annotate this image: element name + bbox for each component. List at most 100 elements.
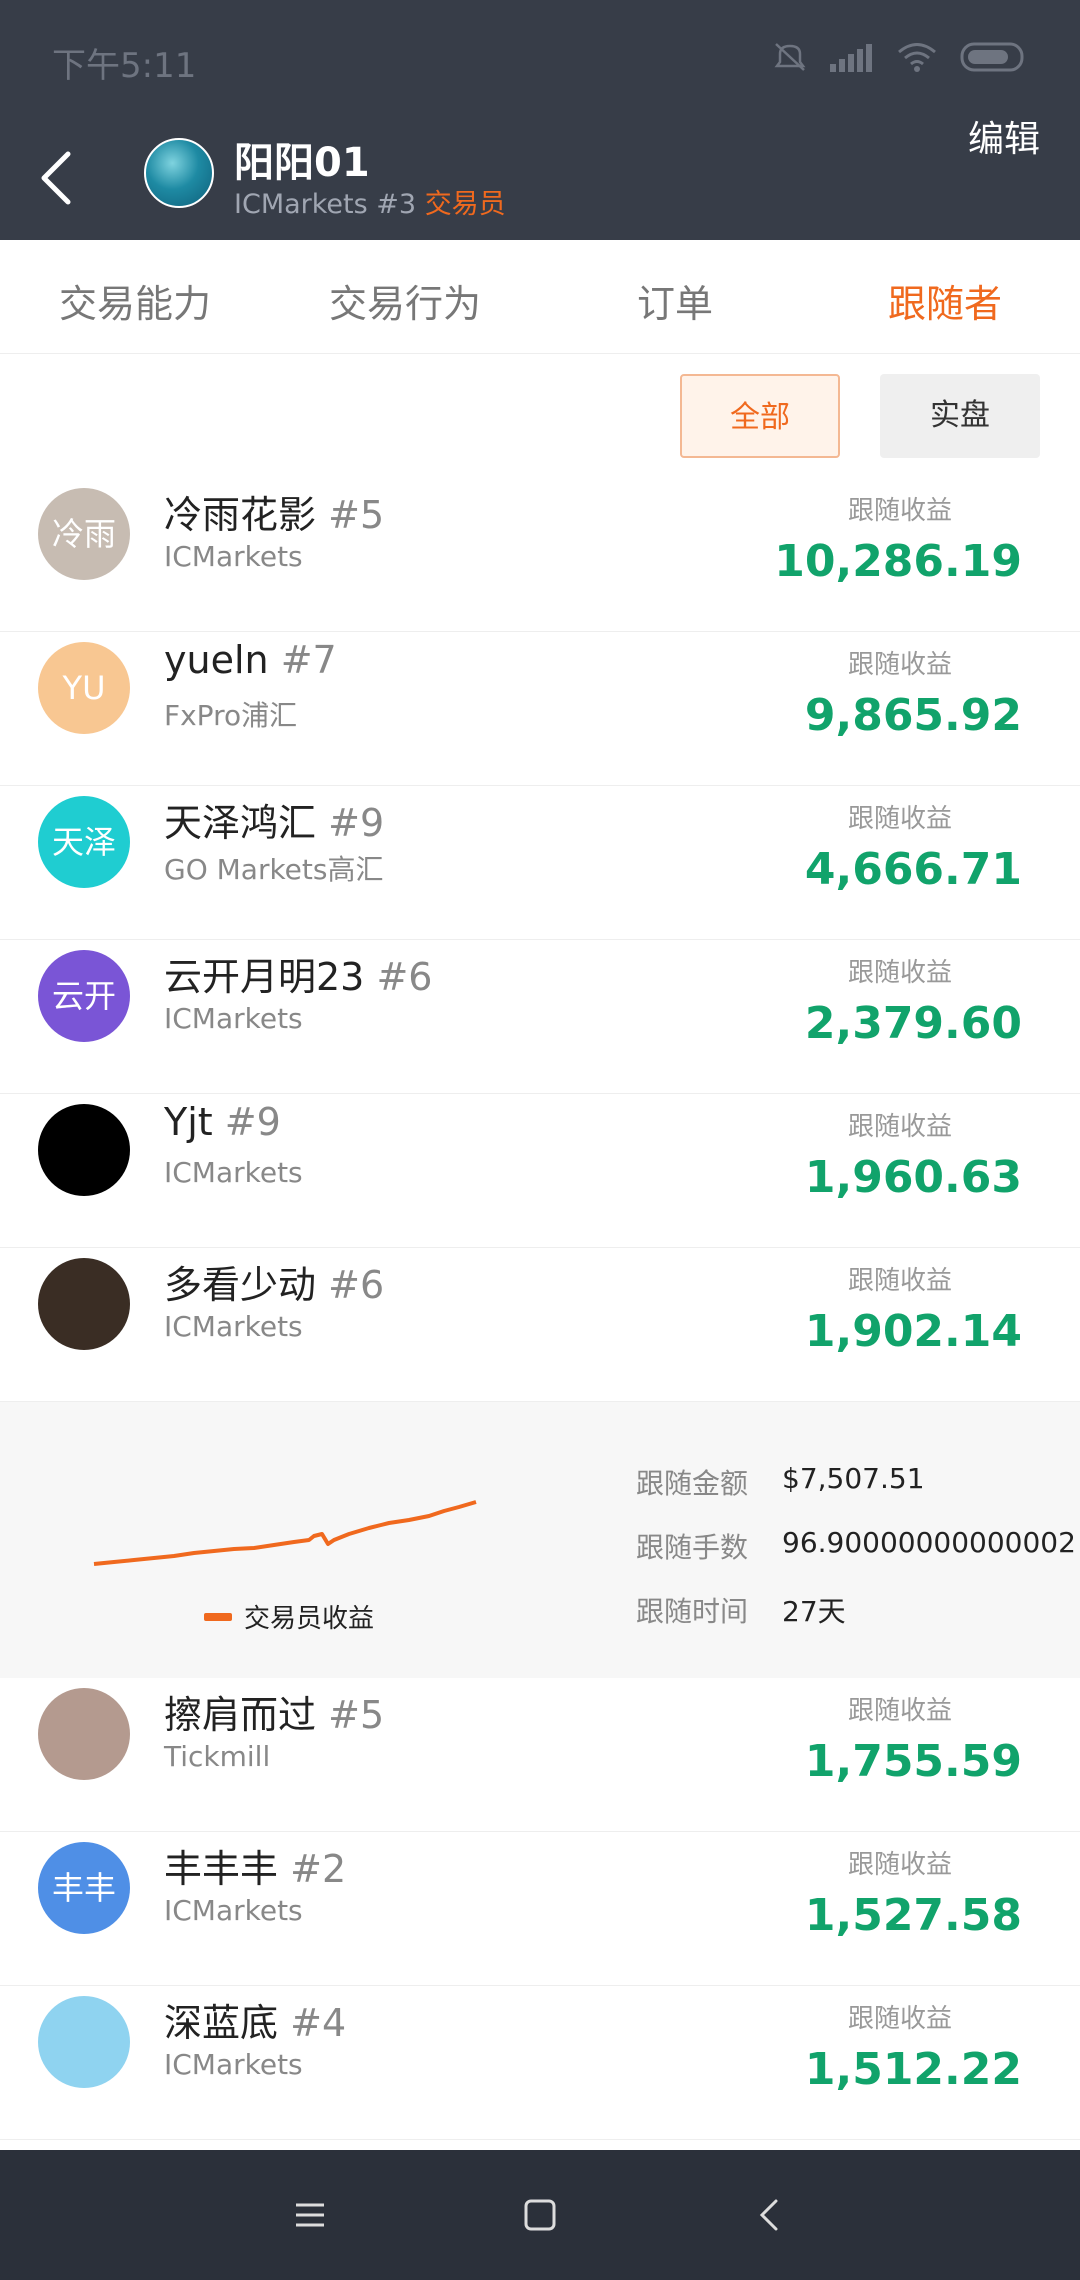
tab-followers[interactable]: 跟随者 <box>810 254 1080 353</box>
earnings-label: 跟随收益 <box>847 1850 952 1880</box>
follower-name: 云开月明23 <box>164 955 365 999</box>
follower-name: 丰丰丰 <box>164 1847 279 1891</box>
filter-group: 全部 实盘 <box>680 374 1040 458</box>
follower-rank: #2 <box>290 1847 347 1891</box>
trader-subtitle: ICMarkets #3 交易员 <box>234 182 506 221</box>
trader-name: 阳阳01 <box>234 140 370 186</box>
follower-broker: FxPro浦汇 <box>164 699 298 732</box>
follower-broker: GO Markets高汇 <box>164 853 384 886</box>
follower-row[interactable]: 冷雨 冷雨花影 #5 ICMarkets 跟随收益 10,286.19 <box>0 478 1080 632</box>
follower-avatar[interactable] <box>38 1688 130 1780</box>
follower-avatar[interactable] <box>38 1996 130 2088</box>
stat-duration: 跟随时间 27天 <box>636 1590 1076 1630</box>
follower-name-line: 擦肩而过 #5 <box>164 1684 384 1739</box>
status-icons <box>772 40 1030 74</box>
follower-name-line: 丰丰丰 #2 <box>164 1838 346 1893</box>
earnings-label: 跟随收益 <box>847 1696 952 1726</box>
follower-avatar[interactable]: 丰丰 <box>38 1842 130 1934</box>
trader-earnings-line <box>93 1500 477 1566</box>
follower-broker: ICMarkets <box>164 1156 303 1189</box>
follower-name: 天泽鸿汇 <box>164 801 317 845</box>
follower-row[interactable]: 多看少动 #6 ICMarkets 跟随收益 1,902.14 <box>0 1248 1080 1402</box>
back-icon[interactable] <box>750 2195 790 2235</box>
earnings-label: 跟随收益 <box>847 496 952 526</box>
follower-avatar[interactable]: YU <box>38 642 130 734</box>
legend-label: 交易员收益 <box>244 1604 375 1634</box>
follower-broker: ICMarkets <box>164 2048 303 2081</box>
follower-avatar[interactable] <box>38 1258 130 1350</box>
trader-earnings-chart <box>93 1500 477 1566</box>
legend-swatch <box>204 1612 232 1621</box>
follower-name-line: 深蓝底 #4 <box>164 1992 346 2047</box>
home-icon[interactable] <box>520 2195 560 2235</box>
follower-name-line: Yjt #9 <box>164 1100 281 1144</box>
back-arrow-icon[interactable] <box>36 148 80 208</box>
stat-amount: 跟随金额 $7,507.51 <box>636 1462 1076 1502</box>
follower-name-line: 云开月明23 #6 <box>164 946 432 1001</box>
follower-row[interactable]: 深蓝底 #4 ICMarkets 跟随收益 1,512.22 <box>0 1986 1080 2140</box>
earnings-value: 4,666.71 <box>804 844 1022 895</box>
follower-avatar[interactable]: 天泽 <box>38 796 130 888</box>
trader-avatar[interactable] <box>144 138 214 208</box>
follower-avatar[interactable]: 云开 <box>38 950 130 1042</box>
earnings-label: 跟随收益 <box>847 2004 952 2034</box>
follower-name: 擦肩而过 <box>164 1693 317 1737</box>
follower-row[interactable]: 擦肩而过 #5 Tickmill 跟随收益 1,755.59 <box>0 1678 1080 1832</box>
earnings-label: 跟随收益 <box>847 804 952 834</box>
tab-orders[interactable]: 订单 <box>540 254 810 353</box>
earnings-value: 10,286.19 <box>774 536 1022 587</box>
chart-legend: 交易员收益 <box>204 1598 374 1635</box>
signal-icon <box>830 44 872 72</box>
earnings-value: 9,865.92 <box>804 690 1022 741</box>
follower-name: yueln <box>164 638 269 682</box>
earnings-value: 1,512.22 <box>804 2044 1022 2095</box>
follower-broker: ICMarkets <box>164 1002 303 1035</box>
follower-name: 多看少动 <box>164 1263 317 1307</box>
filter-all-button[interactable]: 全部 <box>680 374 840 458</box>
follower-row[interactable]: YU yueln #7 FxPro浦汇 跟随收益 9,865.92 <box>0 632 1080 786</box>
trader-role: 交易员 <box>424 189 506 220</box>
earnings-value: 1,527.58 <box>804 1890 1022 1941</box>
follower-row[interactable]: 云开 云开月明23 #6 ICMarkets 跟随收益 2,379.60 <box>0 940 1080 1094</box>
follower-rank: #7 <box>280 638 337 682</box>
follower-rank: #4 <box>290 2001 347 2045</box>
battery-icon <box>960 42 1024 72</box>
app-header: 下午5:11 阳阳01 ICMarkets #3 交易员 编辑 <box>0 0 1080 240</box>
follower-rank: #6 <box>376 955 433 999</box>
follower-broker: Tickmill <box>164 1740 271 1773</box>
tab-trading-behavior[interactable]: 交易行为 <box>270 254 540 353</box>
follower-name: 冷雨花影 <box>164 493 317 537</box>
follower-rank: #6 <box>328 1263 385 1307</box>
follower-row[interactable]: Yjt #9 ICMarkets 跟随收益 1,960.63 <box>0 1094 1080 1248</box>
earnings-label: 跟随收益 <box>847 958 952 988</box>
follower-list: 冷雨 冷雨花影 #5 ICMarkets 跟随收益 10,286.19 YU yueln #… <box>0 478 1080 2140</box>
follower-name: Yjt <box>164 1100 213 1144</box>
stat-amount-value: $7,507.51 <box>782 1462 925 1495</box>
follower-broker: ICMarkets <box>164 1310 303 1343</box>
follow-stats: 跟随金额 $7,507.51 跟随手数 96.90000000000002 跟随时间… <box>636 1462 1076 1654</box>
follower-rank: #5 <box>328 493 385 537</box>
follower-avatar[interactable]: 冷雨 <box>38 488 130 580</box>
earnings-label: 跟随收益 <box>847 650 952 680</box>
earnings-value: 1,902.14 <box>804 1306 1022 1357</box>
tab-bar: 交易能力 交易行为 订单 跟随者 <box>0 254 1080 354</box>
edit-button[interactable]: 编辑 <box>968 110 1040 162</box>
follower-rank: #9 <box>224 1100 281 1144</box>
stat-lots-key: 跟随手数 <box>636 1531 749 1564</box>
menu-icon[interactable] <box>290 2195 330 2235</box>
follower-row[interactable]: 天泽 天泽鸿汇 #9 GO Markets高汇 跟随收益 4,666.71 <box>0 786 1080 940</box>
follower-row[interactable]: 丰丰 丰丰丰 #2 ICMarkets 跟随收益 1,527.58 <box>0 1832 1080 1986</box>
follower-detail-panel: 交易员收益 跟随金额 $7,507.51 跟随手数 96.9000000000000… <box>0 1402 1080 1678</box>
earnings-value: 1,755.59 <box>804 1736 1022 1787</box>
earnings-value: 1,960.63 <box>804 1152 1022 1203</box>
status-time: 下午5:11 <box>52 46 197 86</box>
follower-rank: #5 <box>328 1693 385 1737</box>
stat-duration-value: 27天 <box>782 1595 846 1628</box>
system-nav-bar <box>0 2150 1080 2280</box>
follower-rank: #9 <box>328 801 385 845</box>
earnings-label: 跟随收益 <box>847 1266 952 1296</box>
tab-trading-ability[interactable]: 交易能力 <box>0 254 270 353</box>
earnings-value: 2,379.60 <box>804 998 1022 1049</box>
follower-avatar[interactable] <box>38 1104 130 1196</box>
filter-real-button[interactable]: 实盘 <box>880 374 1040 458</box>
